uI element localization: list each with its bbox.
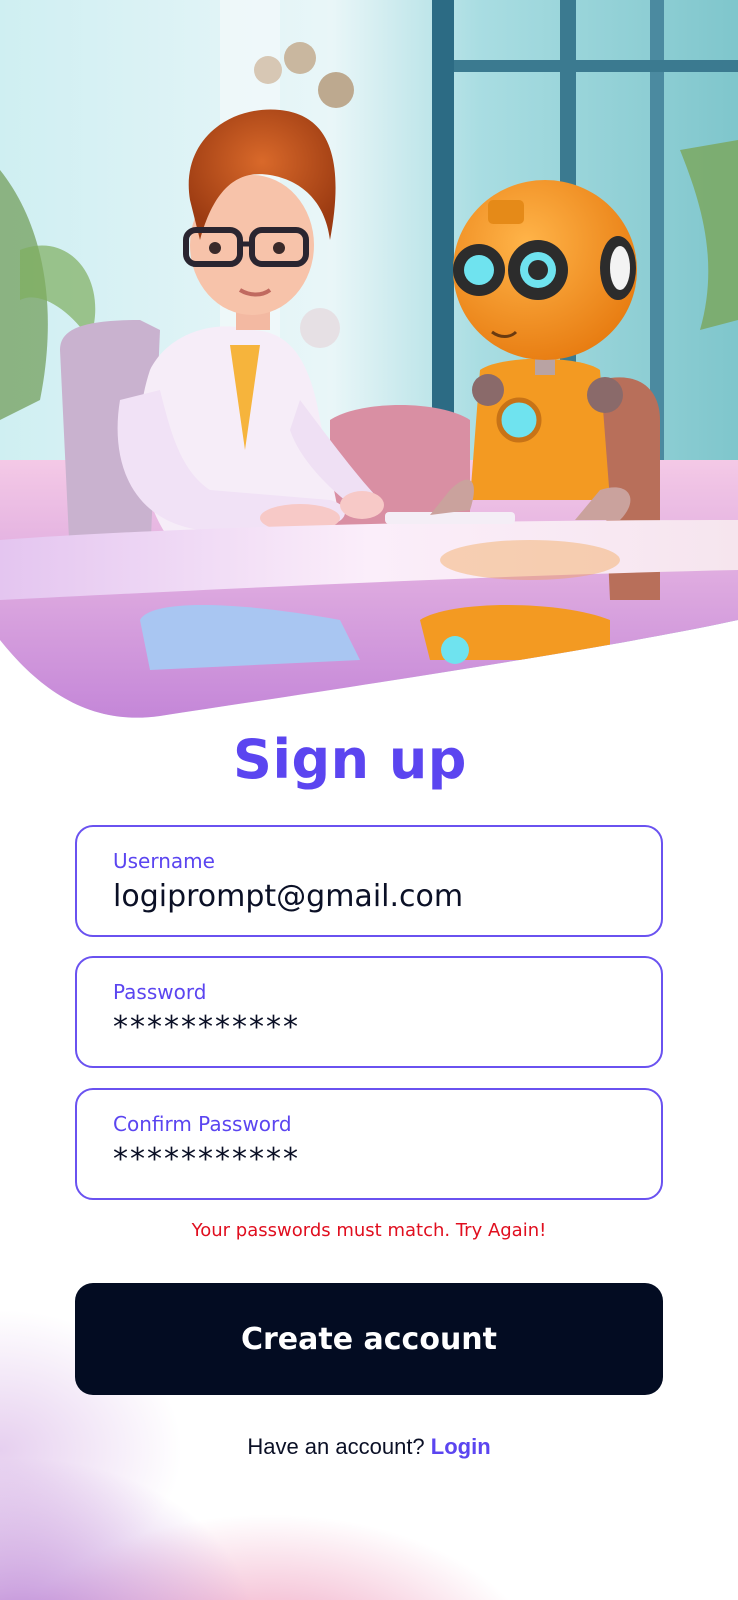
password-label: Password (113, 980, 207, 1004)
password-field[interactable]: Password *********** (75, 956, 663, 1068)
login-prompt-text: Have an account? (247, 1434, 431, 1459)
password-input[interactable]: *********** (113, 1008, 661, 1048)
error-message: Your passwords must match. Try Again! (191, 1220, 547, 1241)
username-label: Username (113, 849, 215, 873)
confirm-password-label: Confirm Password (113, 1112, 292, 1136)
login-prompt: Have an account? Login (0, 1434, 738, 1460)
page-title: Sign up (233, 728, 467, 791)
create-account-button[interactable]: Create account (75, 1283, 663, 1395)
confirm-password-input[interactable]: *********** (113, 1140, 661, 1180)
woman-and-robot-illustration (0, 0, 738, 718)
confirm-password-field[interactable]: Confirm Password *********** (75, 1088, 663, 1200)
username-input[interactable]: logiprompt@gmail.com (113, 877, 661, 917)
login-link[interactable]: Login (431, 1434, 491, 1459)
hero-illustration (0, 0, 738, 720)
username-field[interactable]: Username logiprompt@gmail.com (75, 825, 663, 937)
